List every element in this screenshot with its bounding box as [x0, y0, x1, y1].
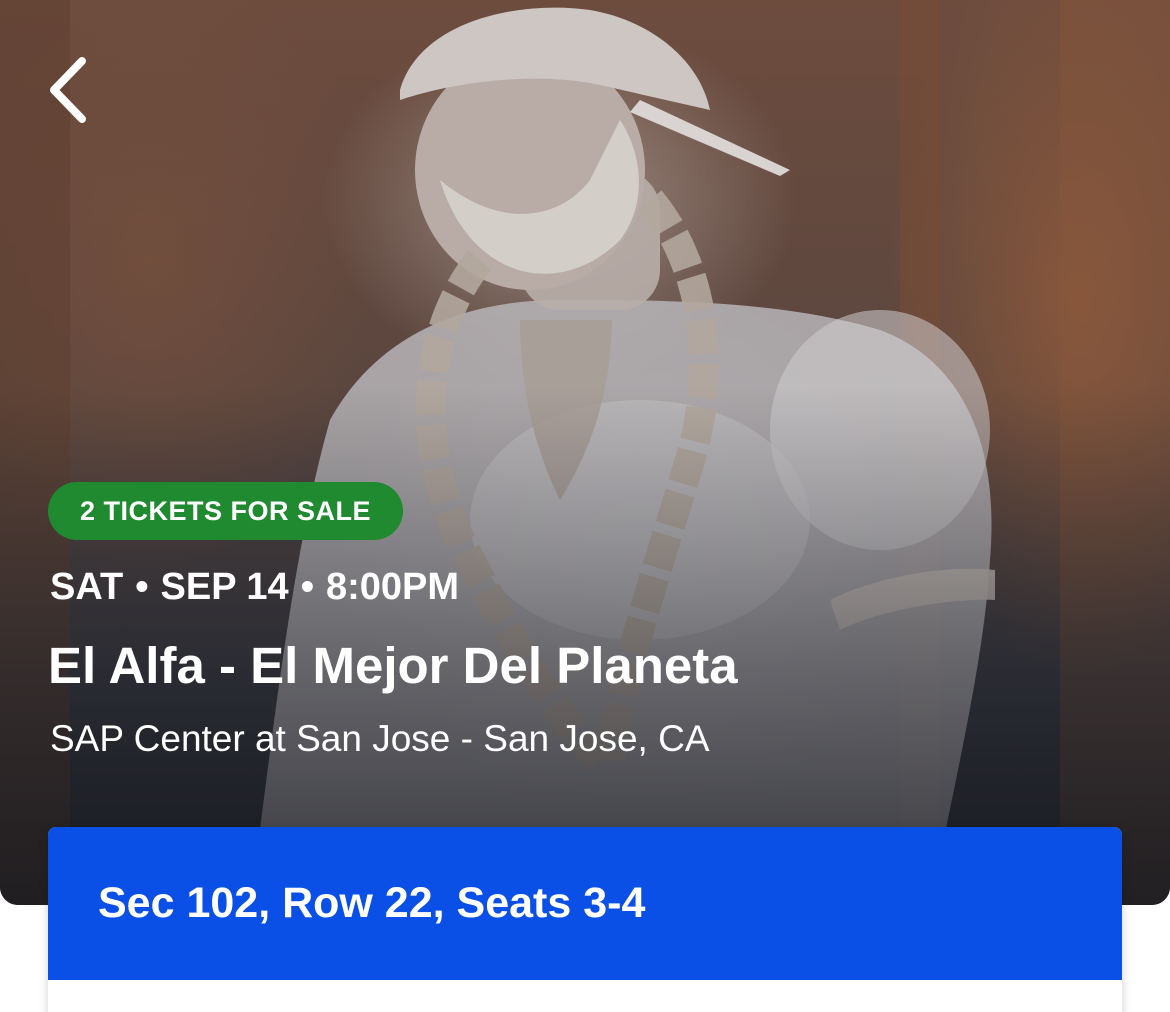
event-time: 8:00PM [326, 566, 460, 608]
tickets-for-sale-badge: 2 TICKETS FOR SALE [48, 482, 404, 540]
event-title: El Alfa - El Mejor Del Planeta [48, 637, 738, 694]
badge-label: 2 TICKETS FOR SALE [80, 495, 372, 526]
back-button[interactable] [36, 50, 100, 130]
event-date: SEP 14 [160, 566, 289, 608]
ticket-card[interactable]: Sec 102, Row 22, Seats 3-4 [48, 827, 1122, 1012]
chevron-left-icon [50, 57, 86, 123]
event-day: SAT [50, 566, 124, 608]
ticket-seat-header[interactable]: Sec 102, Row 22, Seats 3-4 [48, 827, 1122, 980]
event-datetime: SAT • SEP 14 • 8:00PM [50, 566, 459, 609]
event-venue: SAP Center at San Jose - San Jose, CA [50, 718, 710, 759]
separator-dot: • [135, 566, 149, 608]
event-page: 2 TICKETS FOR SALE SAT • SEP 14 • 8:00PM El … [0, 0, 1170, 1012]
seat-info: Sec 102, Row 22, Seats 3-4 [98, 879, 646, 927]
event-hero-image: 2 TICKETS FOR SALE SAT • SEP 14 • 8:00PM El … [0, 0, 1170, 905]
separator-dot: • [300, 566, 314, 608]
